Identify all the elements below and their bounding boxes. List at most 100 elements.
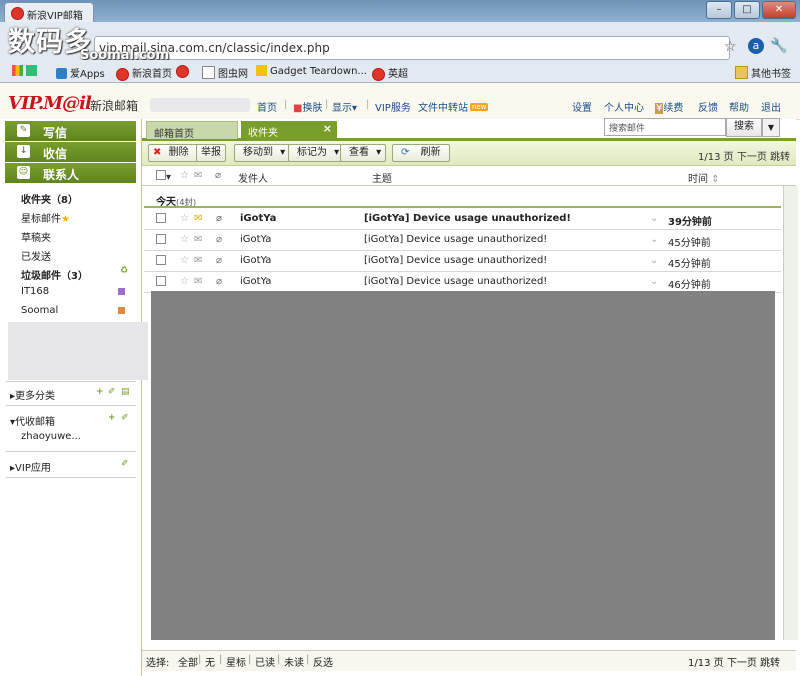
folder-it168[interactable]: IT168 — [21, 286, 49, 297]
nav-feedback[interactable]: 反馈 — [698, 99, 718, 114]
chevron-down-icon[interactable]: ▼ — [762, 118, 780, 137]
vip-apps[interactable]: ▸VIP应用 — [10, 459, 51, 474]
time-column[interactable]: 时间 ⇕ — [688, 170, 720, 185]
select-none-link[interactable]: 无 — [205, 654, 215, 669]
bookmark-item[interactable]: 新浪首页 — [116, 65, 172, 81]
refresh-button[interactable]: ⟳ 刷新 — [392, 144, 450, 162]
minimize-button[interactable]: – — [706, 1, 732, 19]
select-read-link[interactable]: 已读 — [255, 654, 275, 669]
nav-home[interactable]: 首页 — [257, 99, 277, 114]
email-time: 45分钟前 — [668, 259, 711, 270]
nav-settings[interactable]: 设置 — [572, 99, 592, 114]
chevron-down-icon[interactable]: ⌄ — [650, 213, 658, 224]
star-icon[interactable]: ☆ — [180, 234, 189, 245]
edit-icon[interactable]: ✐ — [108, 387, 116, 397]
table-row[interactable]: ☆ ✉ ⌀ iGotYa [iGotYa] Device usage unauthori… — [144, 209, 781, 230]
close-window-button[interactable]: ✕ — [762, 1, 796, 19]
folder-spam[interactable]: 垃圾邮件（3） — [21, 267, 88, 282]
nav-display[interactable]: 显示▾ — [332, 99, 357, 114]
nav-file-transfer[interactable]: 文件中转站 new — [418, 99, 489, 114]
star-icon[interactable]: ☆ — [180, 213, 189, 224]
top-pager[interactable]: 1/13 页 下一页 跳转 — [698, 148, 790, 163]
edit-icon[interactable]: ✐ — [121, 413, 129, 423]
email-sender[interactable]: iGotYa — [240, 213, 276, 224]
table-row[interactable]: ☆ ✉ ⌀ iGotYa [iGotYa] Device usage unauthori… — [144, 251, 781, 272]
invert-selection-link[interactable]: 反选 — [313, 654, 333, 669]
chevron-down-icon[interactable]: ⌄ — [650, 234, 658, 245]
select-starred-link[interactable]: 星标 — [226, 654, 246, 669]
move-to-dropdown[interactable]: 移动到 ▾ — [234, 144, 291, 162]
clear-spam-icon[interactable]: ♻ — [120, 266, 128, 276]
report-button[interactable]: 举报 — [196, 144, 226, 162]
write-button[interactable]: ✎ 写信 — [5, 121, 136, 141]
email-sender[interactable]: iGotYa — [240, 276, 271, 287]
email-subject[interactable]: [iGotYa] Device usage unauthorized! — [364, 276, 547, 287]
search-button[interactable]: 搜索 — [726, 118, 762, 137]
bookmark-item[interactable]: 图虫网 — [202, 65, 248, 80]
bookmark-item[interactable]: Gadget Teardown... — [256, 65, 367, 77]
nav-skin[interactable]: ■换肤 — [293, 99, 322, 114]
delete-button[interactable]: ✖ 删除 — [148, 144, 198, 162]
page-icon — [202, 66, 215, 79]
bookmark-item[interactable] — [176, 65, 192, 78]
vip-mail-logo[interactable]: VIP.M@il — [8, 93, 92, 114]
nav-logout[interactable]: 退出 — [761, 99, 781, 114]
email-sender[interactable]: iGotYa — [240, 234, 271, 245]
nav-vip-service[interactable]: VIP服务 — [375, 99, 411, 114]
external-account[interactable]: zhaoyuwe... — [21, 431, 81, 442]
folder-sent[interactable]: 已发送 — [21, 248, 51, 263]
maximize-button[interactable]: □ — [734, 1, 760, 19]
folder-soomal[interactable]: Soomal — [21, 305, 58, 316]
edit-icon[interactable]: ✐ — [121, 459, 129, 469]
scrollbar[interactable] — [783, 186, 798, 640]
contacts-button[interactable]: ☺ 联系人 — [5, 163, 136, 183]
row-checkbox[interactable] — [156, 276, 166, 289]
folder-starred[interactable]: 星标邮件★ — [21, 210, 70, 225]
attachment-column-icon: ⌀ — [215, 170, 222, 181]
apps-icon[interactable] — [12, 65, 40, 77]
nav-profile[interactable]: 个人中心 — [604, 99, 644, 114]
more-categories[interactable]: ▸更多分类 — [10, 387, 55, 402]
row-checkbox[interactable] — [156, 234, 166, 247]
select-all-checkbox[interactable]: ▾ — [156, 170, 171, 183]
external-mailbox[interactable]: ▾代收邮箱 — [10, 413, 55, 428]
folder-inbox[interactable]: 收件夹（8） — [21, 191, 78, 206]
email-sender[interactable]: iGotYa — [240, 255, 271, 266]
view-dropdown[interactable]: 查看 ▾ — [340, 144, 387, 162]
nav-help[interactable]: 帮助 — [729, 99, 749, 114]
star-icon[interactable]: ☆ — [180, 255, 189, 266]
table-row[interactable]: ☆ ✉ ⌀ iGotYa [iGotYa] Device usage unauthori… — [144, 230, 781, 251]
chevron-down-icon[interactable]: ⌄ — [650, 276, 658, 287]
extension-icon[interactable]: a — [748, 38, 764, 54]
row-checkbox[interactable] — [156, 255, 166, 268]
select-all-link[interactable]: 全部 — [178, 654, 198, 669]
select-unread-link[interactable]: 未读 — [284, 654, 304, 669]
email-subject[interactable]: [iGotYa] Device usage unauthorized! — [364, 255, 547, 266]
add-icon[interactable]: + — [96, 387, 104, 397]
bookmark-item[interactable]: 爱Apps — [56, 65, 105, 80]
folder-drafts[interactable]: 草稿夹 — [21, 229, 51, 244]
nav-renew[interactable]: ¥续费 — [655, 99, 683, 114]
bottom-pager[interactable]: 1/13 页 下一页 跳转 — [688, 654, 780, 669]
close-tab-icon[interactable]: × — [323, 122, 332, 135]
tab-mail-home[interactable]: 邮箱首页 — [146, 121, 238, 140]
wrench-icon[interactable]: 🔧 — [770, 38, 787, 54]
tab-inbox[interactable]: 收件夹 × — [241, 121, 337, 139]
search-input[interactable]: 搜索邮件 — [604, 118, 726, 136]
add-icon[interactable]: + — [108, 413, 116, 423]
email-subject[interactable]: [iGotYa] Device usage unauthorized! — [364, 234, 547, 245]
table-row[interactable]: ☆ ✉ ⌀ iGotYa [iGotYa] Device usage unauthori… — [144, 272, 781, 293]
bookmark-star-icon[interactable]: ☆ — [724, 39, 737, 55]
chevron-down-icon[interactable]: ⌄ — [650, 255, 658, 266]
bookmark-item[interactable]: 英超 — [372, 65, 408, 81]
sender-column[interactable]: 发件人 — [238, 170, 268, 185]
email-subject[interactable]: [iGotYa] Device usage unauthorized! — [364, 213, 571, 224]
other-bookmarks[interactable]: 其他书签 — [735, 65, 791, 80]
manage-icon[interactable]: ▤ — [121, 387, 130, 397]
star-icon[interactable]: ☆ — [180, 276, 189, 287]
row-checkbox[interactable] — [156, 213, 166, 226]
receive-button[interactable]: ↓ 收信 — [5, 142, 136, 162]
mark-as-dropdown[interactable]: 标记为 ▾ — [288, 144, 345, 162]
url-field[interactable]: vip.mail.sina.com.cn/classic/index.php — [94, 36, 730, 60]
subject-column[interactable]: 主题 — [372, 170, 392, 185]
